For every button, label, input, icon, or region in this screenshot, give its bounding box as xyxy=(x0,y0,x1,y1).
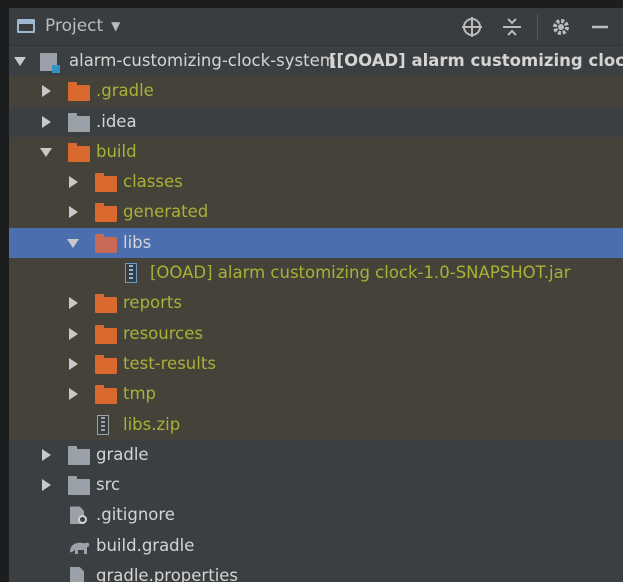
tree-node-jar[interactable]: [OOAD] alarm customizing clock-1.0-SNAPS… xyxy=(9,258,623,289)
panel-header: Project ▼ xyxy=(9,8,623,46)
tree-node-idea[interactable]: .idea xyxy=(9,107,623,137)
chevron-right-icon[interactable] xyxy=(69,176,78,189)
ignore-badge-icon xyxy=(78,515,87,525)
folder-icon xyxy=(95,173,117,193)
tree-node-gradle-properties[interactable]: gradle.properties xyxy=(9,561,623,582)
chevron-right-icon[interactable] xyxy=(69,206,78,219)
project-view-selector[interactable]: Project ▼ xyxy=(17,14,120,38)
folder-icon xyxy=(68,82,90,102)
tree-node-label: gradle.properties xyxy=(96,566,239,582)
tree-node-label: .gradle xyxy=(96,81,154,101)
project-window-icon xyxy=(17,19,35,33)
properties-file-icon xyxy=(70,567,84,582)
tree-node-label: .idea xyxy=(96,111,137,131)
tree-node-label: libs xyxy=(123,232,152,252)
chevron-right-icon[interactable] xyxy=(69,297,78,310)
folder-icon xyxy=(68,476,90,496)
tree-node-tmp[interactable]: tmp xyxy=(9,379,623,410)
folder-icon xyxy=(95,294,117,314)
tree-node-label: libs.zip xyxy=(123,414,181,434)
tree-node-classes[interactable]: classes xyxy=(9,167,623,198)
folder-icon xyxy=(95,385,117,405)
chevron-right-icon[interactable] xyxy=(69,388,78,401)
gradle-elephant-icon xyxy=(67,538,91,560)
chevron-right-icon[interactable] xyxy=(42,115,51,128)
chevron-down-icon[interactable] xyxy=(40,147,52,157)
tree-node-libs[interactable]: libs xyxy=(9,227,623,259)
tree-node-src[interactable]: src xyxy=(9,470,623,500)
tree-node-label: [OOAD] alarm customizing clock-1.0-SNAPS… xyxy=(150,263,571,283)
root-name: alarm-customizing-clock-system xyxy=(69,51,336,70)
tree-node-label: tmp xyxy=(123,384,157,404)
root-module-name: [[OOAD] alarm customizing clock] xyxy=(329,51,623,70)
chevron-down-icon[interactable] xyxy=(67,238,79,248)
tree-node-label: generated xyxy=(123,202,209,222)
collapse-all-icon[interactable] xyxy=(501,16,523,38)
tree-node-label: build.gradle xyxy=(96,535,195,555)
jar-file-icon xyxy=(125,263,137,284)
tree-node-gitignore[interactable]: .gitignore xyxy=(9,500,623,530)
project-view-label: Project xyxy=(45,16,104,36)
tree-node-label: classes xyxy=(123,172,183,192)
chevron-right-icon[interactable] xyxy=(42,479,51,492)
zip-file-icon xyxy=(97,414,109,435)
tree-node-gradle-cache[interactable]: .gradle xyxy=(9,76,623,107)
folder-icon xyxy=(95,203,117,223)
tree-node-label: .gitignore xyxy=(96,505,175,525)
tree-node-label: test-results xyxy=(123,353,216,373)
folder-icon xyxy=(95,233,117,253)
folder-icon xyxy=(95,324,117,344)
chevron-right-icon[interactable] xyxy=(42,448,51,461)
tree-node-reports[interactable]: reports xyxy=(9,288,623,319)
folder-icon xyxy=(68,142,90,162)
tree-node-build[interactable]: build xyxy=(9,136,623,168)
chevron-right-icon[interactable] xyxy=(69,357,78,370)
folder-icon xyxy=(68,112,90,132)
tree-node-gradle[interactable]: gradle xyxy=(9,440,623,470)
tree-node-libs-zip[interactable]: libs.zip xyxy=(9,409,623,440)
tree-node-root[interactable]: alarm-customizing-clock-system [[OOAD] a… xyxy=(9,46,623,76)
tree-node-test-results[interactable]: test-results xyxy=(9,348,623,380)
folder-icon xyxy=(68,445,90,465)
locate-icon[interactable] xyxy=(461,16,483,38)
tree-node-label: reports xyxy=(123,293,182,313)
tree-node-resources[interactable]: resources xyxy=(9,318,623,349)
project-tree: alarm-customizing-clock-system [[OOAD] a… xyxy=(9,46,623,582)
folder-icon xyxy=(95,354,117,374)
chevron-down-icon: ▼ xyxy=(111,19,121,33)
hide-icon[interactable] xyxy=(589,16,611,38)
tree-node-build-gradle[interactable]: build.gradle xyxy=(9,531,623,561)
chevron-down-icon[interactable] xyxy=(14,57,26,66)
tree-node-label: src xyxy=(96,475,121,495)
toolbar-separator xyxy=(537,14,538,40)
project-panel: Project ▼ alarm-customizing-clock-system… xyxy=(9,8,623,582)
project-module-icon xyxy=(40,53,60,73)
tree-node-label: build xyxy=(96,141,137,161)
gear-icon[interactable] xyxy=(550,16,572,38)
tree-node-label: resources xyxy=(123,323,203,343)
chevron-right-icon[interactable] xyxy=(42,85,51,98)
tree-node-label: gradle xyxy=(96,444,149,464)
chevron-right-icon[interactable] xyxy=(69,327,78,340)
tree-node-generated[interactable]: generated xyxy=(9,197,623,228)
